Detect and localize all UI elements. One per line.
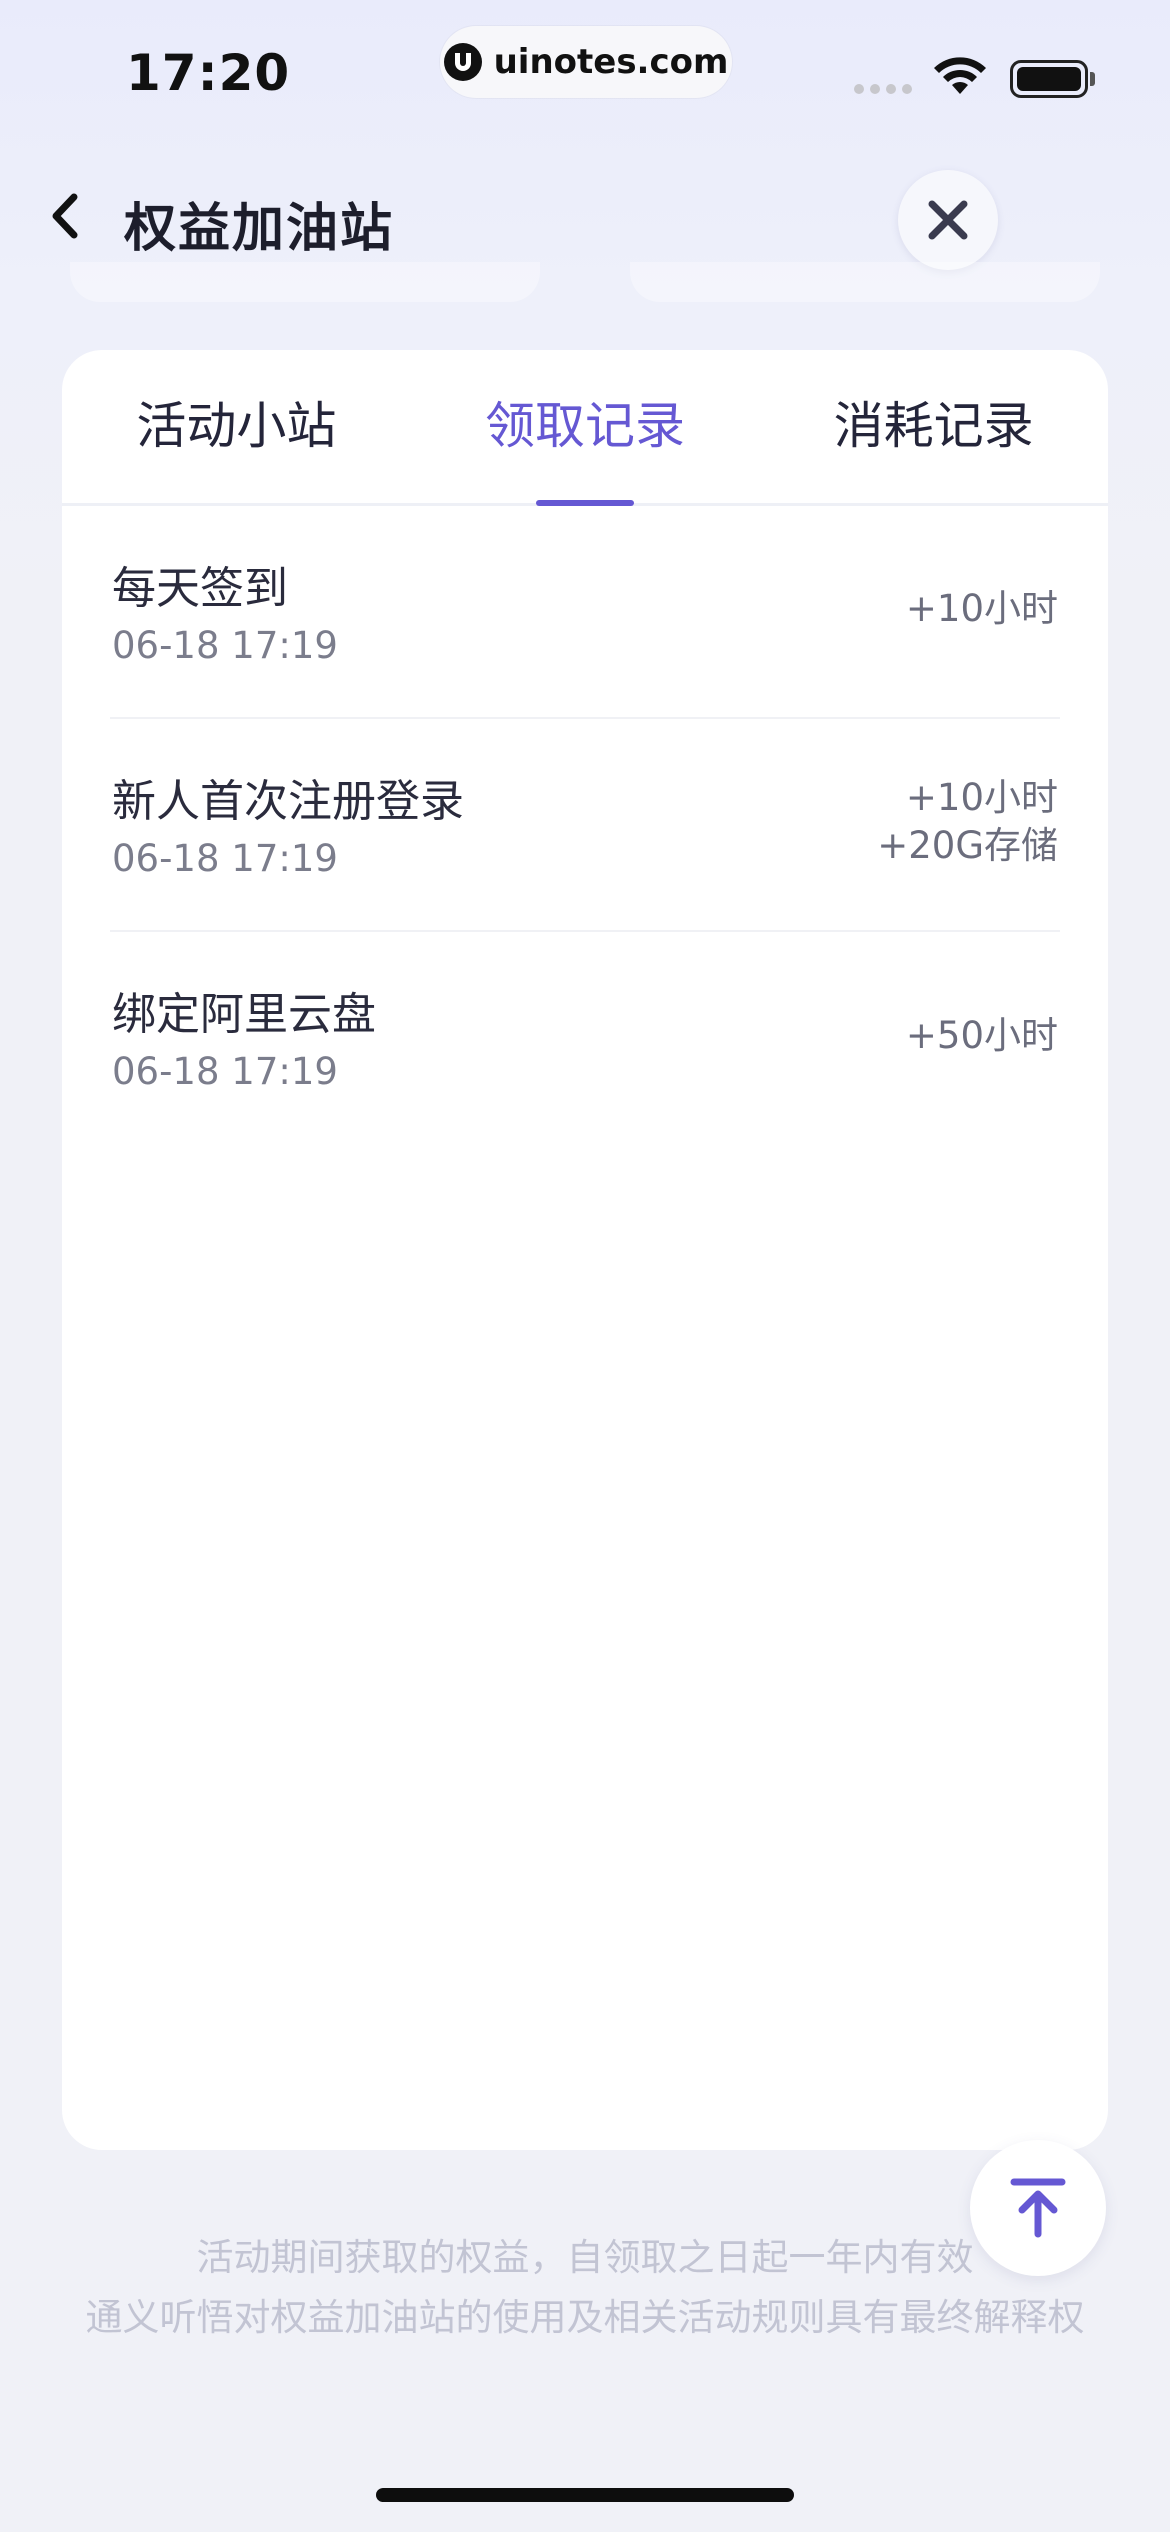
tab-bar: 活动小站 领取记录 消耗记录 (62, 350, 1108, 506)
status-bar: 17:20 uinotes.com (0, 0, 1170, 150)
close-icon (928, 200, 968, 240)
reward-value: +10小时 (905, 586, 1058, 630)
record-date: 06-18 17:19 (112, 624, 338, 667)
records-card: 活动小站 领取记录 消耗记录 每天签到 06-18 17:19 +10小时 新人… (62, 350, 1108, 2150)
watermark-badge: uinotes.com (440, 26, 732, 98)
record-rewards: +50小时 (906, 932, 1058, 1145)
battery-icon (1010, 60, 1088, 98)
footer-line: 活动期间获取的权益，自领取之日起一年内有效 (196, 2236, 974, 2279)
chevron-left-icon (52, 193, 78, 239)
reward-value: +50小时 (905, 1013, 1058, 1057)
battery-tip (1090, 72, 1095, 86)
record-title: 每天签到 (112, 563, 288, 614)
record-date: 06-18 17:19 (112, 837, 338, 880)
record-date: 06-18 17:19 (112, 1050, 338, 1093)
uinotes-logo-icon (443, 43, 482, 81)
tab-consumption-records[interactable]: 消耗记录 (759, 350, 1108, 503)
back-button[interactable] (40, 186, 90, 246)
record-rewards: +10小时 +20G存储 (877, 719, 1058, 930)
tab-activity-station[interactable]: 活动小站 (62, 350, 411, 503)
home-indicator (376, 2488, 794, 2502)
record-item: 新人首次注册登录 06-18 17:19 +10小时 +20G存储 (110, 719, 1060, 932)
record-item: 绑定阿里云盘 06-18 17:19 +50小时 (110, 932, 1060, 1145)
reward-value: +20G存储 (877, 823, 1058, 867)
reward-value: +10小时 (905, 775, 1058, 819)
wifi-icon (934, 57, 986, 94)
background-card-edge (630, 262, 1100, 302)
record-rewards: +10小时 (906, 506, 1058, 717)
footer-line: 通义听悟对权益加油站的使用及相关活动规则具有最终解释权 (85, 2296, 1085, 2339)
cellular-signal-icon (854, 84, 912, 94)
page-title: 权益加油站 (124, 199, 395, 259)
record-title: 新人首次注册登录 (112, 776, 464, 827)
record-item: 每天签到 06-18 17:19 +10小时 (110, 506, 1060, 719)
status-time: 17:20 (126, 44, 291, 102)
background-card-edge (70, 262, 540, 302)
watermark-text: uinotes.com (493, 42, 729, 82)
tab-claim-records[interactable]: 领取记录 (411, 350, 760, 503)
record-title: 绑定阿里云盘 (112, 989, 376, 1040)
close-button[interactable] (898, 170, 998, 270)
footer-notice: 活动期间获取的权益，自领取之日起一年内有效 通义听悟对权益加油站的使用及相关活动… (0, 2228, 1170, 2348)
